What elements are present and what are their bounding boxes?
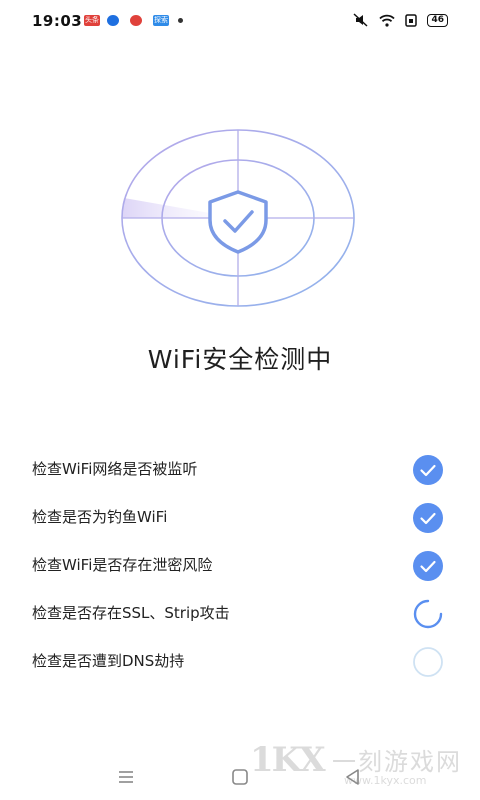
- weibo-notification-icon: [130, 15, 142, 26]
- check-circle-icon: [413, 551, 443, 581]
- check-label: 检查WiFi网络是否被监听: [32, 460, 198, 478]
- status-right: 46: [353, 12, 448, 28]
- check-circle-icon: [413, 455, 443, 485]
- battery-icon: 46: [427, 13, 448, 27]
- check-label: 检查WiFi是否存在泄密风险: [32, 556, 213, 574]
- explore-notification-icon: 探索: [153, 15, 169, 26]
- check-label: 检查是否遭到DNS劫持: [32, 652, 185, 670]
- wifi-icon: [379, 14, 396, 27]
- shield-check-icon: [208, 190, 268, 254]
- back-icon[interactable]: [344, 768, 362, 786]
- check-circle-icon: [413, 503, 443, 533]
- app-notification-icon: [107, 15, 119, 26]
- check-label: 检查是否为钓鱼WiFi: [32, 508, 168, 526]
- more-notifications-dot: [178, 18, 183, 23]
- check-label: 检查是否存在SSL、Strip攻击: [32, 604, 230, 622]
- list-item: 检查WiFi网络是否被监听: [0, 444, 480, 492]
- status-time: 19:03: [32, 12, 83, 30]
- spinner-icon: [413, 599, 443, 629]
- scan-radar: [121, 129, 355, 307]
- list-item: 检查是否存在SSL、Strip攻击: [0, 588, 480, 636]
- menu-icon[interactable]: [117, 768, 135, 786]
- page-title: WiFi安全检测中: [147, 345, 333, 374]
- empty-circle-icon: [413, 647, 443, 677]
- toutiao-notification-icon: 头条: [84, 15, 100, 26]
- sim-icon: [405, 13, 418, 27]
- list-item: 检查是否遭到DNS劫持: [0, 636, 480, 684]
- list-item: 检查WiFi是否存在泄密风险: [0, 540, 480, 588]
- navigation-bar: [0, 762, 480, 792]
- list-item: 检查是否为钓鱼WiFi: [0, 492, 480, 540]
- mute-icon: [353, 13, 368, 27]
- status-bar: 19:03 头条 探索 46: [0, 0, 480, 40]
- home-icon[interactable]: [231, 768, 249, 786]
